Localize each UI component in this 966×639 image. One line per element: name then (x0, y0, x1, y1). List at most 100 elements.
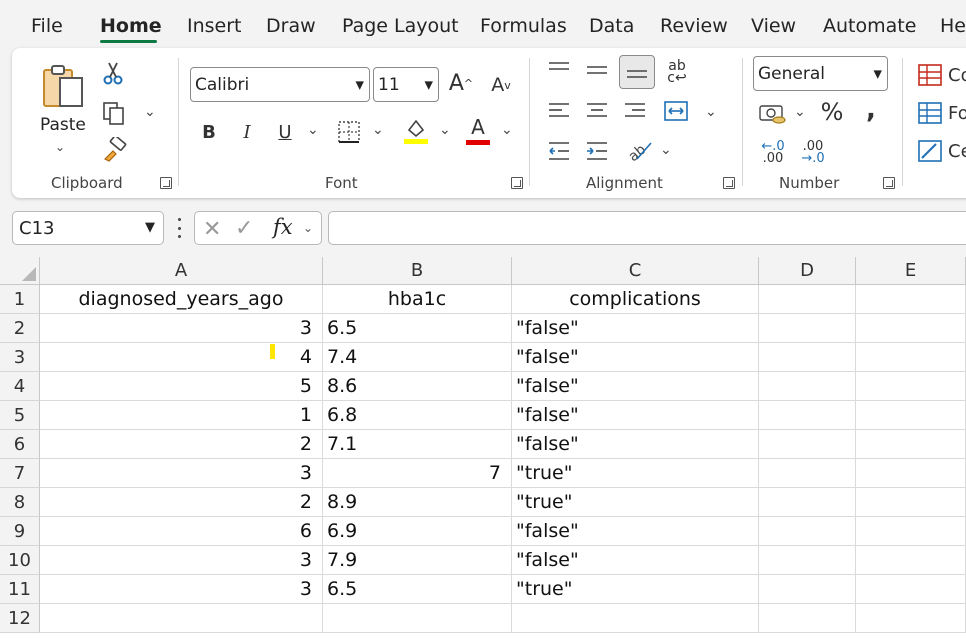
cell-d9[interactable] (759, 517, 856, 546)
column-header-d[interactable]: D (759, 257, 856, 285)
tab-formulas[interactable]: Formulas (480, 15, 567, 37)
tab-home[interactable]: Home (100, 15, 162, 37)
number-launcher-icon[interactable] (883, 177, 895, 189)
tab-review[interactable]: Review (660, 15, 728, 37)
cell-d4[interactable] (759, 372, 856, 401)
enter-icon[interactable]: ✓ (235, 216, 253, 241)
tab-automate[interactable]: Automate (823, 15, 916, 37)
tab-file[interactable]: File (31, 15, 63, 37)
underline-button[interactable]: U (272, 118, 298, 146)
font-launcher-icon[interactable] (511, 177, 523, 189)
cell-c5[interactable]: "false" (512, 401, 759, 430)
cell-b4[interactable]: 8.6 (323, 372, 512, 401)
grow-font-button[interactable]: A ^ (446, 68, 476, 98)
cell-c11[interactable]: "true" (512, 575, 759, 604)
cell-b1[interactable]: hba1c (323, 285, 512, 314)
cell-d7[interactable] (759, 459, 856, 488)
cell-a11[interactable]: 3 (40, 575, 323, 604)
tab-help[interactable]: Help (940, 15, 966, 37)
font-size-select[interactable]: 11 ▼ (373, 67, 439, 102)
row-header[interactable]: 11 (0, 575, 40, 604)
increase-decimal-button[interactable]: ←.0 .00 (756, 138, 790, 168)
cell-b12[interactable] (323, 604, 512, 633)
cell-a12[interactable] (40, 604, 323, 633)
cell-c2[interactable]: "false" (512, 314, 759, 343)
align-right-icon[interactable] (622, 98, 648, 124)
row-header[interactable]: 8 (0, 488, 40, 517)
cell-d8[interactable] (759, 488, 856, 517)
cell-e6[interactable] (856, 430, 966, 459)
cell-a9[interactable]: 6 (40, 517, 323, 546)
tab-data[interactable]: Data (589, 15, 634, 37)
align-middle-icon[interactable] (584, 60, 610, 82)
row-header[interactable]: 1 (0, 285, 40, 314)
percent-button[interactable]: % (818, 98, 846, 126)
orientation-chevron-icon[interactable]: ⌄ (660, 142, 672, 158)
decrease-indent-icon[interactable] (546, 138, 572, 164)
cell-c12[interactable] (512, 604, 759, 633)
cell-a5[interactable]: 1 (40, 401, 323, 430)
accounting-format-icon[interactable] (758, 100, 788, 128)
format-painter-icon[interactable] (100, 136, 128, 164)
tab-draw[interactable]: Draw (266, 15, 316, 37)
cell-e5[interactable] (856, 401, 966, 430)
cell-e9[interactable] (856, 517, 966, 546)
cell-d12[interactable] (759, 604, 856, 633)
comma-style-button[interactable]: , (860, 95, 882, 125)
paste-button[interactable]: Paste (40, 115, 86, 135)
select-all-corner[interactable] (0, 257, 40, 285)
cell-a2[interactable]: 3 (40, 314, 323, 343)
cell-b3[interactable]: 7.4 (323, 343, 512, 372)
cell-e10[interactable] (856, 546, 966, 575)
cell-b11[interactable]: 6.5 (323, 575, 512, 604)
more-options-icon[interactable] (176, 218, 182, 238)
cell-a4[interactable]: 5 (40, 372, 323, 401)
fill-color-chevron-icon[interactable]: ⌄ (439, 122, 451, 138)
insert-function-button[interactable]: fx (273, 215, 293, 239)
number-format-select[interactable]: General ▼ (753, 56, 888, 91)
cell-c4[interactable]: "false" (512, 372, 759, 401)
alignment-launcher-icon[interactable] (723, 177, 735, 189)
increase-indent-icon[interactable] (584, 138, 610, 164)
cell-c1[interactable]: complications (512, 285, 759, 314)
cell-a1[interactable]: diagnosed_years_ago (40, 285, 323, 314)
cell-b8[interactable]: 8.9 (323, 488, 512, 517)
align-top-icon[interactable] (546, 58, 572, 80)
cell-c7[interactable]: "true" (512, 459, 759, 488)
cell-e3[interactable] (856, 343, 966, 372)
cell-e1[interactable] (856, 285, 966, 314)
row-header[interactable]: 4 (0, 372, 40, 401)
cell-styles-button[interactable]: Ce (918, 138, 966, 164)
cell-c3[interactable]: "false" (512, 343, 759, 372)
merge-chevron-icon[interactable]: ⌄ (705, 104, 717, 120)
cell-b10[interactable]: 7.9 (323, 546, 512, 575)
accounting-chevron-icon[interactable]: ⌄ (794, 104, 806, 120)
tab-insert[interactable]: Insert (187, 15, 242, 37)
cell-d5[interactable] (759, 401, 856, 430)
wrap-text-icon[interactable]: ab c↩ (664, 58, 690, 86)
tab-page-layout[interactable]: Page Layout (342, 15, 459, 37)
row-header[interactable]: 2 (0, 314, 40, 343)
font-name-select[interactable]: Calibri ▼ (190, 67, 370, 102)
cut-icon[interactable] (100, 60, 126, 86)
cell-b7[interactable]: 7 (323, 459, 512, 488)
cell-c10[interactable]: "false" (512, 546, 759, 575)
cell-d3[interactable] (759, 343, 856, 372)
cell-c9[interactable]: "false" (512, 517, 759, 546)
font-color-button[interactable]: A (464, 116, 492, 146)
cell-a6[interactable]: 2 (40, 430, 323, 459)
cell-b9[interactable]: 6.9 (323, 517, 512, 546)
cell-a3[interactable]: 4 (40, 343, 323, 372)
cell-c6[interactable]: "false" (512, 430, 759, 459)
cell-b6[interactable]: 7.1 (323, 430, 512, 459)
copy-icon[interactable] (100, 100, 128, 126)
cell-c8[interactable]: "true" (512, 488, 759, 517)
orientation-icon[interactable]: ab (624, 136, 654, 164)
paste-icon[interactable] (38, 62, 88, 110)
cell-e7[interactable] (856, 459, 966, 488)
borders-icon[interactable] (336, 119, 362, 145)
row-header[interactable]: 7 (0, 459, 40, 488)
row-header[interactable]: 5 (0, 401, 40, 430)
shrink-font-button[interactable]: Av (486, 70, 516, 100)
cell-e11[interactable] (856, 575, 966, 604)
